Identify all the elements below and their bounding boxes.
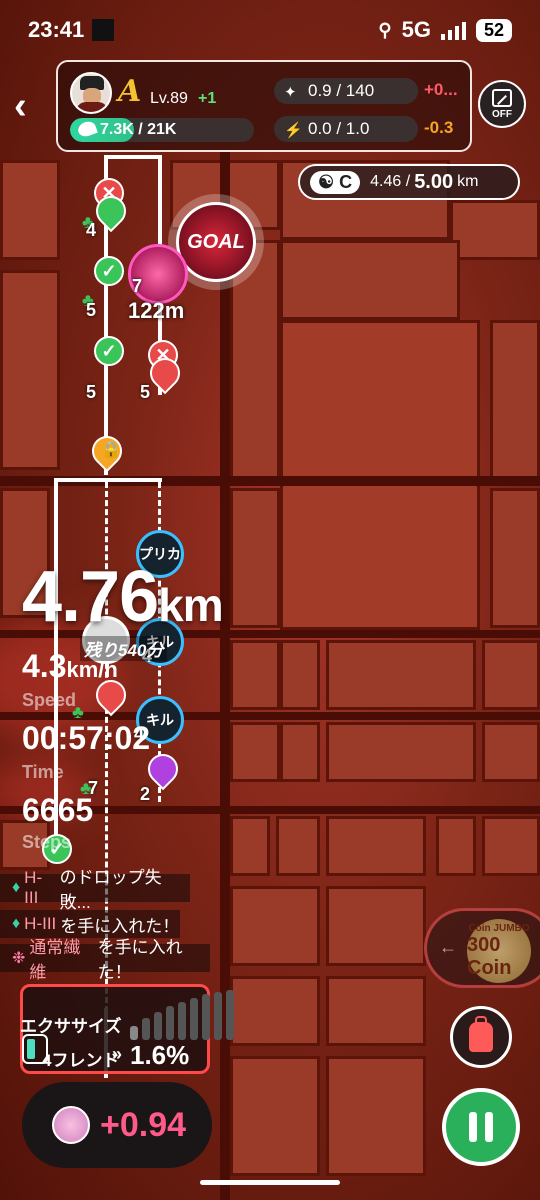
log-item-name: H-III [24, 914, 57, 933]
level-delta: +1 [198, 90, 217, 107]
jumbo-coin-icon: Coin JUMBO 300 Coin [467, 919, 531, 983]
pin-count: 2 [140, 784, 151, 804]
goal-marker[interactable]: GOAL [176, 202, 256, 282]
gem-icon: ♦ [12, 915, 21, 932]
coin-icon [52, 1106, 90, 1144]
exercise-percent: 1.6% [130, 1040, 190, 1070]
route-line [54, 478, 162, 482]
log-item-text: を手に入れた！ [97, 938, 183, 982]
level-label: Lv.89 [150, 90, 188, 107]
log-item: ♦ H-III のドロップ失敗... [0, 868, 190, 912]
xp-text: 7.3K / 21K [100, 121, 177, 138]
jumbo-label: Coin JUMBO [468, 922, 530, 934]
stat-power: ⚡ 0.0 / 1.0 [274, 116, 418, 142]
location-icon: ⚲ [378, 19, 392, 40]
signal-icon [440, 20, 466, 40]
coin-jumbo-button[interactable]: ← Coin JUMBO 300 Coin [424, 908, 540, 988]
backpack-icon [469, 1016, 493, 1052]
double-chevron-icon: » [112, 1044, 123, 1064]
check-icon[interactable]: ✓ [94, 336, 124, 366]
back-button[interactable]: ‹ [14, 86, 27, 126]
runner-icon: ☯ [318, 171, 335, 192]
log-item-name: H-III [24, 868, 43, 907]
route-line [104, 155, 162, 159]
speed: 4.3km/h [22, 648, 118, 685]
backpack-button[interactable] [450, 1006, 512, 1068]
status-bar: 23:41 ⚲ 5G 52 [0, 0, 540, 60]
speed-label: Speed [22, 690, 77, 710]
distance-target-pill: ☯ C 4.46 / 5.00 km [298, 164, 520, 200]
log-item-text: のドロップ失敗... [59, 868, 162, 912]
elapsed-time: 00:57:02 [22, 720, 151, 756]
fiber-icon: ❉ [12, 950, 26, 967]
player-panel[interactable]: A Lv.89 +1 7.3K / 21K ✦ 0.9 / 140 +0... … [56, 60, 472, 152]
pin-count: 5 [86, 382, 97, 402]
wing-icon: ✦ [284, 84, 297, 101]
log-item: ❉ 通常繊維 を手に入れた！ [0, 938, 210, 982]
lightning-icon: ⚡ [284, 122, 303, 139]
notification-icon [92, 19, 115, 41]
jumbo-amount: 300 Coin [467, 933, 512, 979]
pin-count: 7 [132, 276, 143, 296]
target-distance: 5.00 [414, 170, 454, 193]
pause-icon [485, 1112, 493, 1142]
time-label: Time [22, 762, 64, 782]
lock-icon: 🔒 [101, 442, 121, 459]
log-item-name: 通常繊維 [29, 938, 81, 982]
xp-bar: 7.3K / 21K [70, 118, 254, 142]
grade-letter: C [339, 171, 353, 192]
auto-toggle-button[interactable]: OFF [478, 80, 526, 128]
current-distance: 4.46 / [370, 173, 411, 190]
earned-coin-value: +0.94 [100, 1105, 187, 1144]
friend-count: 4フレンド [42, 1051, 120, 1070]
toggle-icon [492, 88, 512, 107]
toggle-label: OFF [492, 108, 512, 120]
stat-power-delta: -0.3 [424, 118, 454, 137]
stat-power-value: 0.0 / 1.0 [308, 119, 370, 138]
battery-icon: 52 [475, 18, 512, 42]
pause-icon [469, 1112, 477, 1142]
arrow-left-icon: ← [439, 937, 457, 957]
check-icon[interactable]: ✓ [94, 256, 124, 286]
rank-letter: A [118, 74, 142, 109]
distance-unit: km [457, 173, 479, 190]
grade-badge: ☯ C [310, 170, 361, 194]
total-distance: 4.76km [22, 556, 224, 638]
exercise-meter [130, 990, 234, 1040]
stat-energy: ✦ 0.9 / 140 [274, 78, 418, 104]
pin-count: 5 [86, 300, 97, 320]
earned-coin-pill[interactable]: +0.94 [22, 1082, 212, 1168]
clock: 23:41 [28, 17, 85, 42]
goal-label: GOAL [187, 230, 245, 253]
stat-energy-value: 0.9 / 140 [308, 81, 375, 100]
step-count: 6665 [22, 792, 94, 828]
distance-value: 4.76 [22, 557, 159, 637]
pin-count: 5 [140, 382, 151, 402]
distance-unit: km [158, 579, 223, 631]
avatar[interactable] [70, 72, 112, 114]
skill-badge-label: キル [146, 712, 174, 728]
home-indicator[interactable] [200, 1180, 340, 1185]
speed-value: 4.3 [22, 648, 67, 684]
pause-button[interactable] [442, 1088, 520, 1166]
gem-icon: ♦ [12, 879, 21, 896]
pin-count: 4 [86, 220, 97, 240]
network-label: 5G [401, 17, 431, 42]
goal-distance: 122m [128, 298, 185, 323]
stat-energy-delta: +0... [424, 80, 458, 99]
speed-unit: km/h [66, 657, 118, 682]
steps-label: Steps [22, 832, 72, 852]
